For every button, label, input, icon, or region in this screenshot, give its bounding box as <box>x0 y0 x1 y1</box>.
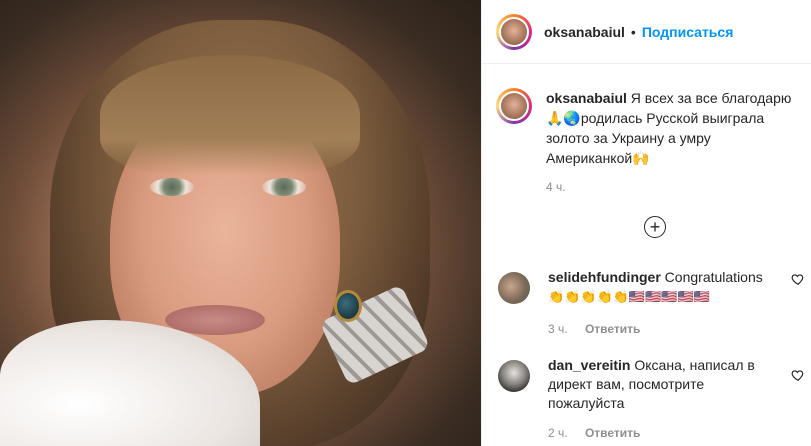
caption-avatar-image <box>499 91 529 121</box>
caption-timestamp[interactable]: 4 ч. <box>546 180 566 194</box>
photo-eye-right <box>262 178 306 196</box>
heart-icon[interactable] <box>791 272 805 286</box>
load-more-comments-button[interactable]: + <box>644 216 666 238</box>
post-header: oksanabaiul • Подписаться <box>482 0 811 64</box>
caption-avatar[interactable] <box>496 88 532 124</box>
caption-username[interactable]: oksanabaiul <box>546 90 627 106</box>
post-photo[interactable] <box>0 0 481 446</box>
author-avatar-image <box>499 16 529 47</box>
comment-username[interactable]: dan_vereitin <box>548 357 630 373</box>
comment-emojis: 👏👏👏👏👏🇺🇸🇺🇸🇺🇸🇺🇸🇺🇸 <box>548 289 710 304</box>
commenter-avatar[interactable] <box>498 360 530 392</box>
comment-meta: 3 ч. Ответить <box>548 322 640 336</box>
comment-timestamp[interactable]: 2 ч. <box>548 426 568 440</box>
comment-text: Congratulations <box>660 269 763 285</box>
author-username[interactable]: oksanabaiul <box>544 24 625 40</box>
photo-earring <box>334 290 362 322</box>
comment-meta: 2 ч. Ответить <box>548 426 640 440</box>
comment-username[interactable]: selidehfundinger <box>548 269 661 285</box>
comment-body: dan_vereitin Оксана, написал в директ ва… <box>548 356 778 413</box>
reply-button[interactable]: Ответить <box>585 322 640 336</box>
reply-button[interactable]: Ответить <box>585 426 640 440</box>
commenter-avatar[interactable] <box>498 272 530 304</box>
comment-timestamp[interactable]: 3 ч. <box>548 322 568 336</box>
comment-body: selidehfundinger Congratulations 👏👏👏👏👏🇺🇸… <box>548 268 778 306</box>
caption-text-block: oksanabaiul Я всех за все благодарю 🙏🌏ро… <box>546 88 796 168</box>
post-caption: oksanabaiul Я всех за все благодарю 🙏🌏ро… <box>496 88 796 194</box>
author-avatar[interactable] <box>496 13 532 50</box>
post-panel: oksanabaiul • Подписаться oksanabaiul Я … <box>481 0 811 446</box>
photo-eye-left <box>150 178 194 196</box>
photo-bangs <box>100 55 360 175</box>
separator-dot: • <box>630 23 636 40</box>
plus-circle-icon: + <box>649 216 661 237</box>
heart-icon[interactable] <box>791 368 805 382</box>
follow-button[interactable]: Подписаться <box>642 24 734 40</box>
